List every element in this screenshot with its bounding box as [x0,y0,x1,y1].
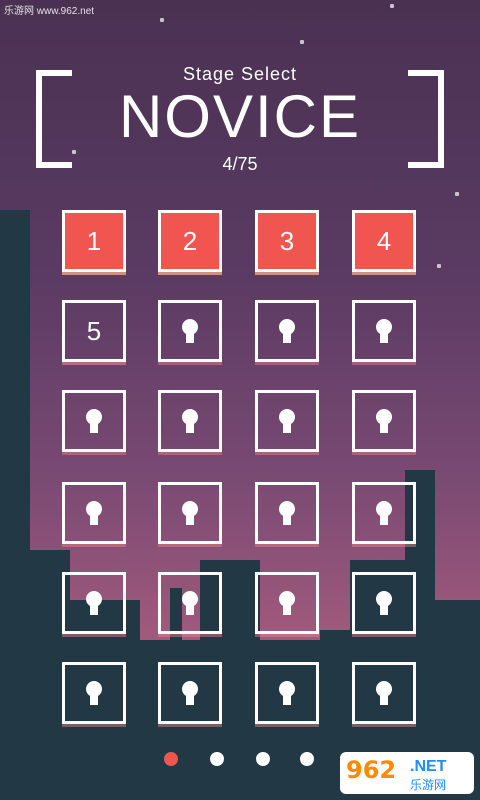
level-tile[interactable] [255,300,319,362]
keyhole-lock-icon [181,591,199,615]
site-logo: 962 .NET 乐游网 [340,752,474,794]
level-tile[interactable] [158,300,222,362]
level-number: 2 [182,225,198,256]
level-tile[interactable] [62,662,126,724]
keyhole-lock-icon [85,591,103,615]
keyhole-lock-icon [375,409,393,433]
page-dot[interactable] [256,752,270,766]
keyhole-lock-icon [375,681,393,705]
level-tile[interactable] [352,572,416,634]
difficulty-title: NOVICE [118,83,362,150]
keyhole-lock-icon [375,501,393,525]
level-tile[interactable] [255,572,319,634]
keyhole-lock-icon [181,681,199,705]
page-indicator [164,752,324,768]
level-tile[interactable] [352,482,416,544]
level-tile[interactable]: 5 [62,300,126,362]
keyhole-lock-icon [278,501,296,525]
keyhole-lock-icon [375,591,393,615]
level-number: 5 [86,315,102,346]
keyhole-lock-icon [278,319,296,343]
keyhole-lock-icon [85,409,103,433]
level-progress: 4/75 [222,154,258,174]
level-tile[interactable]: 4 [352,210,416,272]
page-dot[interactable] [164,752,178,766]
level-tile[interactable] [158,662,222,724]
level-tile[interactable] [352,662,416,724]
level-tile[interactable] [158,482,222,544]
keyhole-lock-icon [375,319,393,343]
level-tile[interactable]: 1 [62,210,126,272]
level-tile[interactable]: 2 [158,210,222,272]
level-tile[interactable] [352,300,416,362]
logo-net: .NET [410,758,447,775]
keyhole-lock-icon [181,409,199,433]
keyhole-lock-icon [181,501,199,525]
keyhole-lock-icon [85,501,103,525]
level-tile[interactable] [158,572,222,634]
level-tile[interactable] [62,482,126,544]
watermark-text: 乐游网 www.962.net [4,6,95,17]
level-number: 3 [279,225,295,256]
level-tile[interactable] [352,390,416,452]
keyhole-lock-icon [278,681,296,705]
level-tile[interactable] [158,390,222,452]
page-dot[interactable] [210,752,224,766]
keyhole-lock-icon [181,319,199,343]
level-tile[interactable] [62,390,126,452]
level-tile[interactable] [62,572,126,634]
keyhole-lock-icon [278,591,296,615]
level-number: 4 [376,225,392,256]
level-tile[interactable] [255,662,319,724]
logo-cn: 乐游网 [410,778,447,792]
logo-number: 962 [346,756,397,784]
keyhole-lock-icon [85,681,103,705]
level-number: 1 [86,225,102,256]
level-tile[interactable]: 3 [255,210,319,272]
level-tile[interactable] [255,390,319,452]
page-dot[interactable] [300,752,314,766]
level-tile[interactable] [255,482,319,544]
keyhole-lock-icon [278,409,296,433]
